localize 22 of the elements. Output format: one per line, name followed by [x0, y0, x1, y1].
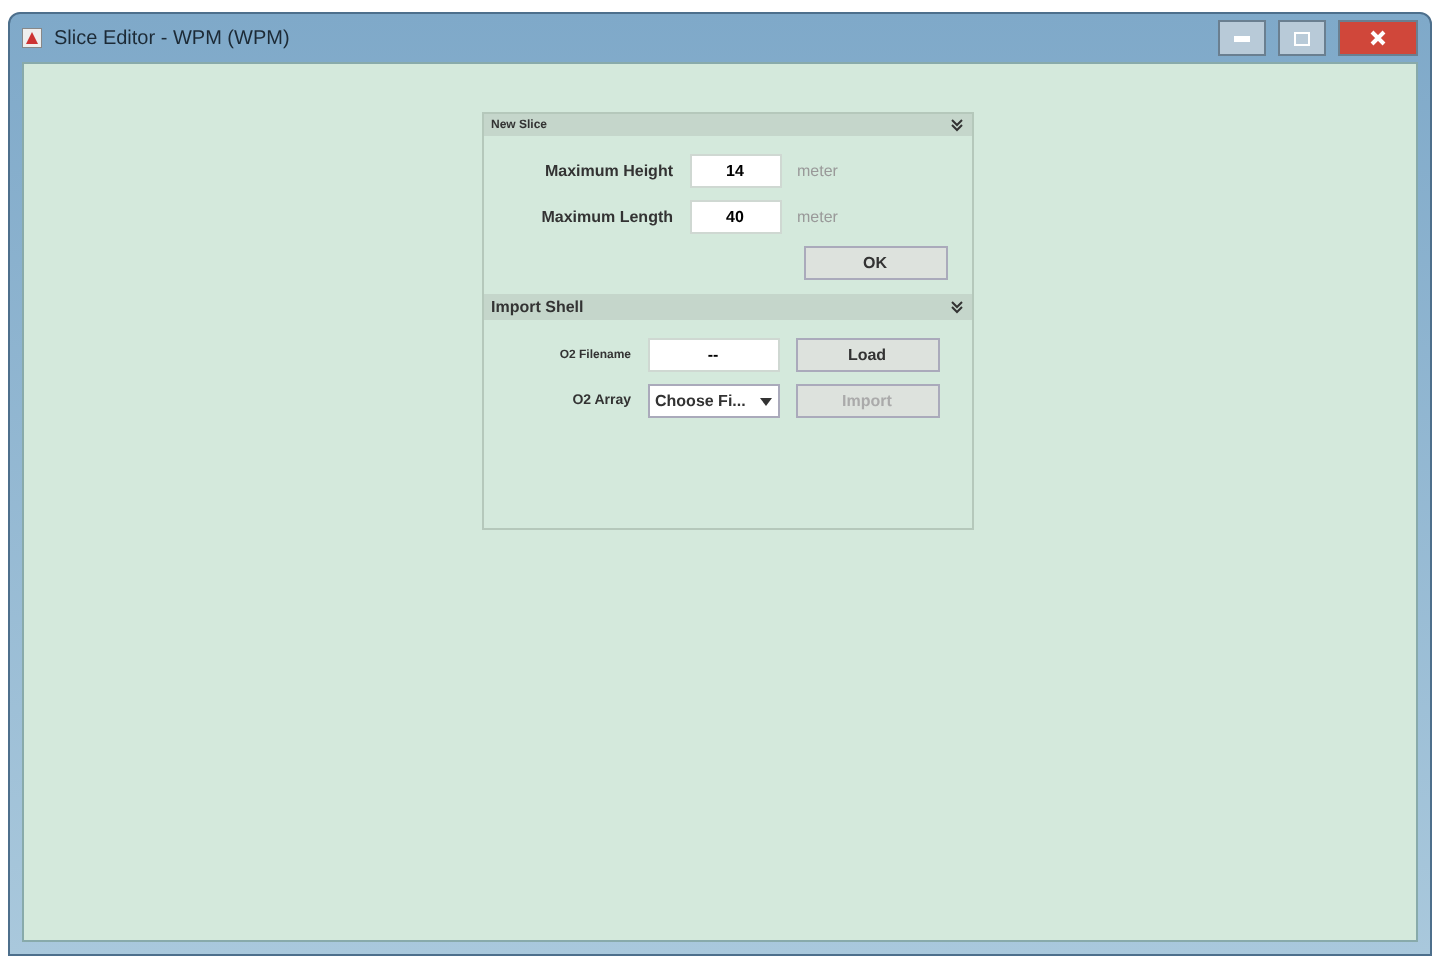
close-icon [1370, 30, 1386, 46]
window-title: Slice Editor - WPM (WPM) [54, 27, 292, 49]
section-title: Import Shell [491, 298, 584, 316]
collapse-icon[interactable] [949, 118, 963, 132]
caret-icon [759, 397, 771, 405]
unit-label: meter [797, 162, 838, 180]
close-button[interactable] [1338, 20, 1418, 56]
minimize-icon [1234, 35, 1250, 41]
load-button[interactable]: Load [795, 338, 939, 372]
field-label: Maximum Height [542, 162, 673, 180]
unit-label: meter [797, 208, 838, 226]
ok-button[interactable]: OK [803, 246, 947, 280]
app-icon [22, 28, 42, 48]
minimize-button[interactable] [1218, 20, 1266, 56]
input-field[interactable]: 14 [689, 154, 781, 188]
section-header[interactable]: Import Shell [483, 294, 971, 320]
field-label: Maximum Length [539, 208, 673, 226]
maximize-button[interactable] [1278, 20, 1326, 56]
collapse-icon[interactable] [949, 300, 963, 314]
input-field[interactable]: 40 [689, 200, 781, 234]
maximize-icon [1294, 31, 1310, 45]
input-field[interactable]: -- [647, 338, 779, 372]
